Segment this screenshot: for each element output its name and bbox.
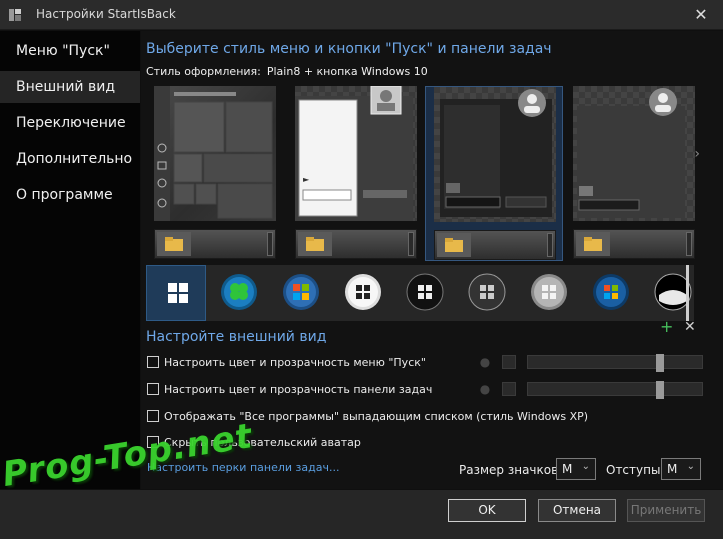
transparency-drop-icon: ● bbox=[479, 355, 491, 369]
dialog-footer: OK Отмена Применить bbox=[0, 490, 723, 539]
preview-screen bbox=[154, 86, 276, 221]
orb-windows10[interactable] bbox=[146, 265, 206, 321]
window-title: Настройки StartIsBack bbox=[36, 7, 176, 21]
preview-screen bbox=[573, 86, 695, 221]
classic-menu-graphic: ► bbox=[295, 85, 413, 221]
option-label: Настроить цвет и прозрачность панели зад… bbox=[164, 382, 433, 396]
indent-label: Отступы: bbox=[606, 463, 665, 477]
sidebar-item-start-menu[interactable]: Меню "Пуск" bbox=[0, 35, 140, 67]
style-preview-plain8-alt[interactable] bbox=[565, 86, 703, 261]
slider-thumb[interactable] bbox=[656, 354, 664, 372]
taskbar-transparency-slider[interactable] bbox=[527, 381, 703, 399]
sidebar-item-advanced[interactable]: Дополнительно bbox=[0, 143, 140, 175]
sidebar-item-about[interactable]: О программе bbox=[0, 179, 140, 211]
style-value: Plain8 + кнопка Windows 10 bbox=[266, 65, 428, 78]
orb-black-glossy[interactable] bbox=[394, 265, 454, 321]
indent-select[interactable]: M ⌄ bbox=[661, 458, 701, 480]
sidebar-item-label: О программе bbox=[16, 187, 113, 203]
preview-screen: ► bbox=[295, 85, 417, 221]
start-button-gallery bbox=[146, 265, 694, 321]
add-icon[interactable]: + bbox=[660, 319, 676, 335]
folder-icon bbox=[576, 232, 610, 256]
taskbar-end bbox=[686, 232, 692, 256]
checkbox[interactable] bbox=[147, 356, 159, 368]
orb-blue-color[interactable] bbox=[580, 265, 640, 321]
color-orb-icon bbox=[593, 274, 629, 310]
dark-silver-orb-icon bbox=[468, 273, 506, 311]
sidebar-item-label: Дополнительно bbox=[16, 151, 133, 167]
settings-window: Настройки StartIsBack ✕ Меню "Пуск" Внеш… bbox=[0, 0, 723, 539]
folder-icon bbox=[157, 232, 191, 256]
preview-taskbar bbox=[573, 229, 695, 259]
option-menu-color[interactable]: Настроить цвет и прозрачность меню "Пуск… bbox=[147, 354, 426, 370]
menu-transparency-slider[interactable] bbox=[527, 354, 703, 372]
orb-white[interactable] bbox=[332, 265, 392, 321]
apply-button[interactable]: Применить bbox=[627, 499, 705, 522]
preview-taskbar bbox=[434, 230, 556, 260]
windows10-logo-icon bbox=[168, 283, 188, 303]
orb-silver[interactable] bbox=[518, 265, 578, 321]
option-label: Настроить цвет и прозрачность меню "Пуск… bbox=[164, 355, 426, 369]
select-value: M bbox=[562, 462, 573, 476]
folder-icon bbox=[437, 233, 471, 257]
white-orb-icon bbox=[345, 274, 381, 310]
taskbar-end bbox=[547, 233, 553, 257]
style-preview-plain8[interactable] bbox=[425, 86, 563, 261]
taskbar-end bbox=[408, 232, 414, 256]
icon-size-label: Размер значков: bbox=[459, 463, 563, 477]
preview-screen bbox=[434, 87, 556, 222]
folder-icon bbox=[298, 232, 332, 256]
svg-text:►: ► bbox=[303, 175, 310, 184]
chevron-down-icon: ⌄ bbox=[686, 461, 695, 472]
ok-button[interactable]: OK bbox=[448, 499, 526, 522]
sidebar: Меню "Пуск" Внешний вид Переключение Доп… bbox=[0, 31, 140, 489]
gallery-next-icon[interactable]: › bbox=[694, 146, 700, 162]
taskbar-end bbox=[267, 232, 273, 256]
style-heading: Выберите стиль меню и кнопки "Пуск" и па… bbox=[146, 41, 552, 57]
clover-orb-icon bbox=[221, 274, 257, 310]
sidebar-item-switching[interactable]: Переключение bbox=[0, 107, 140, 139]
sidebar-item-label: Переключение bbox=[16, 115, 126, 131]
transparency-drop-icon: ● bbox=[479, 382, 491, 396]
appearance-heading: Настройте внешний вид bbox=[146, 329, 327, 345]
orb-black-white[interactable] bbox=[642, 265, 702, 321]
sidebar-item-label: Меню "Пуск" bbox=[16, 43, 110, 59]
option-taskbar-color[interactable]: Настроить цвет и прозрачность панели зад… bbox=[147, 381, 432, 397]
orb-clover[interactable] bbox=[208, 265, 268, 321]
color-swatch[interactable] bbox=[502, 382, 516, 396]
black-orb-icon bbox=[406, 273, 444, 311]
slider-thumb[interactable] bbox=[656, 381, 664, 399]
orb-windows7[interactable] bbox=[270, 265, 330, 321]
color-swatch[interactable] bbox=[502, 355, 516, 369]
plain-menu-graphic bbox=[440, 89, 552, 217]
style-gallery: ► › bbox=[146, 85, 700, 261]
orb-dark-silver[interactable] bbox=[456, 265, 516, 321]
close-icon[interactable]: ✕ bbox=[691, 5, 711, 25]
tile-grid-graphic bbox=[154, 86, 273, 221]
sidebar-item-appearance[interactable]: Внешний вид bbox=[0, 71, 140, 103]
chevron-down-icon: ⌄ bbox=[581, 461, 590, 472]
style-label: Стиль оформления: bbox=[146, 65, 261, 78]
preview-taskbar bbox=[295, 229, 417, 259]
icon-size-select[interactable]: M ⌄ bbox=[556, 458, 596, 480]
app-icon bbox=[9, 9, 21, 21]
style-preview-win7[interactable]: ► bbox=[287, 85, 425, 261]
orbs-scrollbar[interactable] bbox=[686, 265, 689, 321]
sidebar-item-label: Внешний вид bbox=[16, 79, 116, 95]
checkbox[interactable] bbox=[147, 383, 159, 395]
style-caption: Стиль оформления: Plain8 + кнопка Windows… bbox=[146, 65, 428, 78]
title-bar: Настройки StartIsBack ✕ bbox=[0, 0, 723, 30]
silver-orb-icon bbox=[531, 274, 567, 310]
plain-alt-menu-graphic bbox=[577, 88, 685, 218]
preview-taskbar bbox=[154, 229, 276, 259]
remove-icon[interactable]: ✕ bbox=[684, 320, 698, 334]
style-preview-win10[interactable] bbox=[146, 86, 284, 261]
windows7-orb-icon bbox=[283, 274, 319, 310]
select-value: M bbox=[667, 462, 678, 476]
checkbox[interactable] bbox=[147, 410, 159, 422]
cancel-button[interactable]: Отмена bbox=[538, 499, 616, 522]
